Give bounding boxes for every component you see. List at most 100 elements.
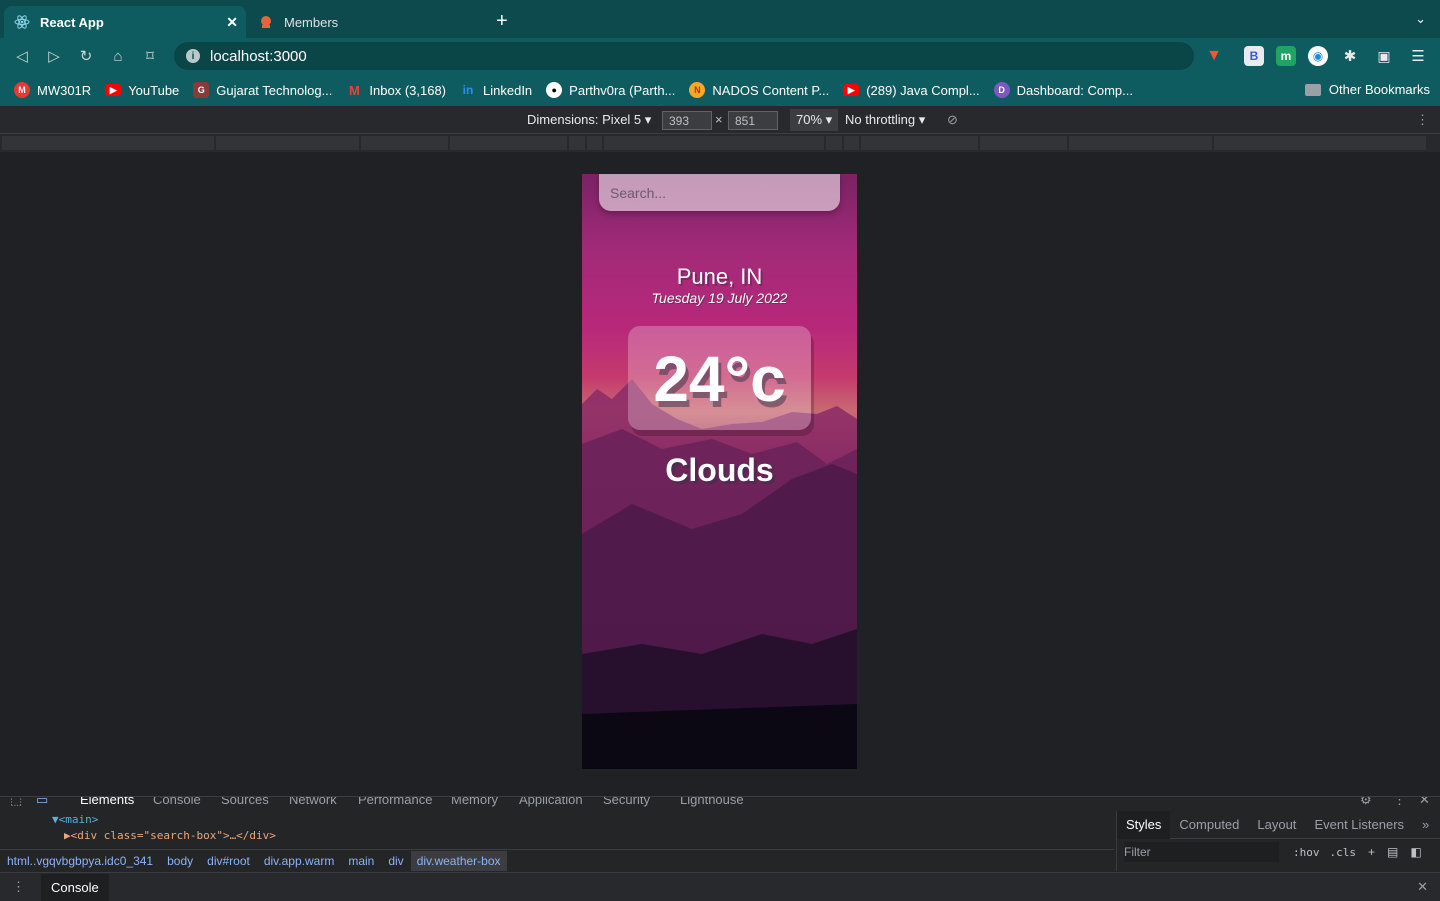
bookmark-item[interactable]: ▶ YouTube xyxy=(105,83,179,98)
bookmark-item[interactable]: G Gujarat Technolog... xyxy=(193,82,332,98)
bookmark-label: (289) Java Compl... xyxy=(866,82,980,98)
cls-toggle[interactable]: .cls xyxy=(1330,846,1357,859)
dom-node-search-box[interactable]: ▶<div class="search-box">…</div> xyxy=(64,829,276,842)
menu-icon[interactable]: ☰ xyxy=(1408,46,1428,66)
other-bookmarks[interactable]: Other Bookmarks xyxy=(1304,82,1430,97)
more-tabs-icon[interactable]: » xyxy=(1413,817,1438,832)
tab-members[interactable]: Members xyxy=(248,6,482,38)
brave-shield-icon[interactable]: ▼ xyxy=(1204,46,1224,66)
media-query-ruler[interactable] xyxy=(0,134,1440,152)
rotate-icon[interactable]: ⊘ xyxy=(947,112,958,128)
url-text: localhost:3000 xyxy=(210,47,307,65)
drawer-menu-icon[interactable]: ⋮ xyxy=(12,879,25,895)
address-bar[interactable]: i localhost:3000 xyxy=(174,42,1194,70)
bookmark-label: YouTube xyxy=(128,82,180,98)
tab-event-listeners[interactable]: Event Listeners xyxy=(1305,817,1413,832)
search-input[interactable]: Search... xyxy=(599,174,840,211)
tab-performance[interactable]: Performance xyxy=(358,797,432,807)
styles-tabs: Styles Computed Layout Event Listeners » xyxy=(1117,810,1440,839)
more-options-icon[interactable]: ⋮ xyxy=(1416,112,1429,128)
dom-node-main[interactable]: ▼<main> xyxy=(52,813,98,826)
more-icon[interactable]: ⋮ xyxy=(1393,797,1406,808)
paint-icon[interactable]: ▤ xyxy=(1387,845,1398,859)
new-tab-button[interactable]: + xyxy=(496,10,508,33)
add-rule-icon[interactable]: + xyxy=(1368,845,1375,859)
devtools-panel: ⬚ ▭ Elements Console Sources Network Per… xyxy=(0,796,1440,901)
reload-icon[interactable]: ↻ xyxy=(70,40,102,72)
tab-layout[interactable]: Layout xyxy=(1248,817,1305,832)
tab-network[interactable]: Network xyxy=(289,797,337,807)
dimensions-select[interactable]: Dimensions: Pixel 5 ▾ xyxy=(527,112,651,128)
hov-toggle[interactable]: :hov xyxy=(1293,846,1320,859)
tab-sources[interactable]: Sources xyxy=(221,797,269,807)
breadcrumb-item[interactable]: div xyxy=(388,854,403,868)
bookmark-item[interactable]: in LinkedIn xyxy=(460,82,533,98)
home-icon[interactable]: ⌂ xyxy=(102,40,134,72)
bookmark-item[interactable]: M MW301R xyxy=(14,82,91,98)
settings-icon[interactable]: ⚙ xyxy=(1360,797,1372,808)
bookmark-label: MW301R xyxy=(37,82,92,98)
back-icon[interactable]: ◁ xyxy=(6,40,38,72)
weather-app: Search... Pune, IN Tuesday 19 July 2022 … xyxy=(582,174,857,769)
breadcrumb-item[interactable]: body xyxy=(167,854,193,868)
tab-console[interactable]: Console xyxy=(153,797,201,807)
bookmark-item[interactable]: ▶ (289) Java Compl... xyxy=(843,82,980,98)
breadcrumb: html..vgqvbgbpya.idc0_341 body div#root … xyxy=(0,849,1114,871)
breadcrumb-item-selected[interactable]: div.weather-box xyxy=(410,850,507,871)
tab-memory[interactable]: Memory xyxy=(451,797,498,807)
tab-styles[interactable]: Styles xyxy=(1117,810,1171,839)
breadcrumb-item[interactable]: div#root xyxy=(207,854,250,868)
location-label: Pune, IN xyxy=(676,264,763,289)
device-toggle-icon[interactable]: ▭ xyxy=(36,797,48,808)
info-icon[interactable]: i xyxy=(186,49,200,63)
bookmark-label: LinkedIn xyxy=(483,82,533,98)
bookmark-item[interactable]: ● Parthv0ra (Parth... xyxy=(546,82,675,98)
throttling-select[interactable]: No throttling ▾ xyxy=(845,112,925,128)
tab-computed[interactable]: Computed xyxy=(1170,817,1248,832)
height-input[interactable]: 851 xyxy=(728,111,778,130)
styles-pane: Styles Computed Layout Event Listeners »… xyxy=(1116,810,1440,871)
tab-react-app[interactable]: React App ✕ xyxy=(4,6,246,38)
drawer-tab-console[interactable]: Console xyxy=(41,873,109,901)
breadcrumb-item[interactable]: html..vgqvbgbpya.idc0_341 xyxy=(7,854,153,868)
other-bookmarks-label: Other Bookmarks xyxy=(1328,82,1430,97)
extension-blue-icon[interactable]: ◉ xyxy=(1308,46,1328,66)
dom-tree: ▼<main> ▶<div class="search-box">…</div> xyxy=(0,811,1114,847)
bookmark-item[interactable]: M Inbox (3,168) xyxy=(346,82,446,98)
bookmark-icon[interactable]: ⌑ xyxy=(134,40,166,72)
weather-condition: Clouds xyxy=(665,452,774,488)
extension-green-icon[interactable]: m xyxy=(1276,46,1296,66)
inspect-icon[interactable]: ⬚ xyxy=(10,797,22,808)
bookmark-label: Dashboard: Comp... xyxy=(1016,82,1133,98)
wallet-icon[interactable]: ▣ xyxy=(1374,46,1394,66)
close-tab-icon[interactable]: ✕ xyxy=(226,14,238,31)
browser-toolbar: ◁ ▷ ↻ ⌂ ⌑ i localhost:3000 ▼ B m ◉ ✱ ▣ ☰ xyxy=(0,38,1440,74)
members-icon xyxy=(258,14,274,30)
extension-b-icon[interactable]: B xyxy=(1244,46,1264,66)
chevron-down-icon[interactable]: ⌄ xyxy=(1415,11,1426,27)
breadcrumb-item[interactable]: main xyxy=(348,854,374,868)
zoom-select[interactable]: 70% ▾ xyxy=(790,109,839,131)
filter-input[interactable]: Filter xyxy=(1124,842,1279,862)
tab-title: React App xyxy=(40,14,104,30)
tab-application[interactable]: Application xyxy=(519,797,583,807)
forward-icon[interactable]: ▷ xyxy=(38,40,70,72)
bookmark-item[interactable]: N NADOS Content P... xyxy=(689,82,829,98)
bookmark-label: Parthv0ra (Parth... xyxy=(569,82,676,98)
tab-lighthouse[interactable]: Lighthouse xyxy=(680,797,744,807)
bookmark-item[interactable]: D Dashboard: Comp... xyxy=(993,82,1133,98)
folder-icon xyxy=(1304,83,1321,96)
gmail-icon: M xyxy=(348,82,360,98)
width-input[interactable]: 393 xyxy=(662,111,712,130)
breadcrumb-item[interactable]: div.app.warm xyxy=(264,854,334,868)
puzzle-icon[interactable]: ✱ xyxy=(1340,46,1360,66)
device-toolbar: Dimensions: Pixel 5 ▾ 393 × 851 70% ▾ No… xyxy=(0,106,1440,134)
github-icon: ● xyxy=(546,82,563,98)
linkedin-icon: in xyxy=(462,83,474,97)
tab-security[interactable]: Security xyxy=(603,797,650,807)
close-devtools-icon[interactable]: ✕ xyxy=(1419,797,1430,808)
bookmarks-bar: M MW301R ▶ YouTube G Gujarat Technolog... M… xyxy=(0,74,1440,106)
sidebar-toggle-icon[interactable]: ◧ xyxy=(1410,845,1421,859)
close-drawer-icon[interactable]: ✕ xyxy=(1417,879,1428,895)
tab-elements[interactable]: Elements xyxy=(80,797,134,807)
